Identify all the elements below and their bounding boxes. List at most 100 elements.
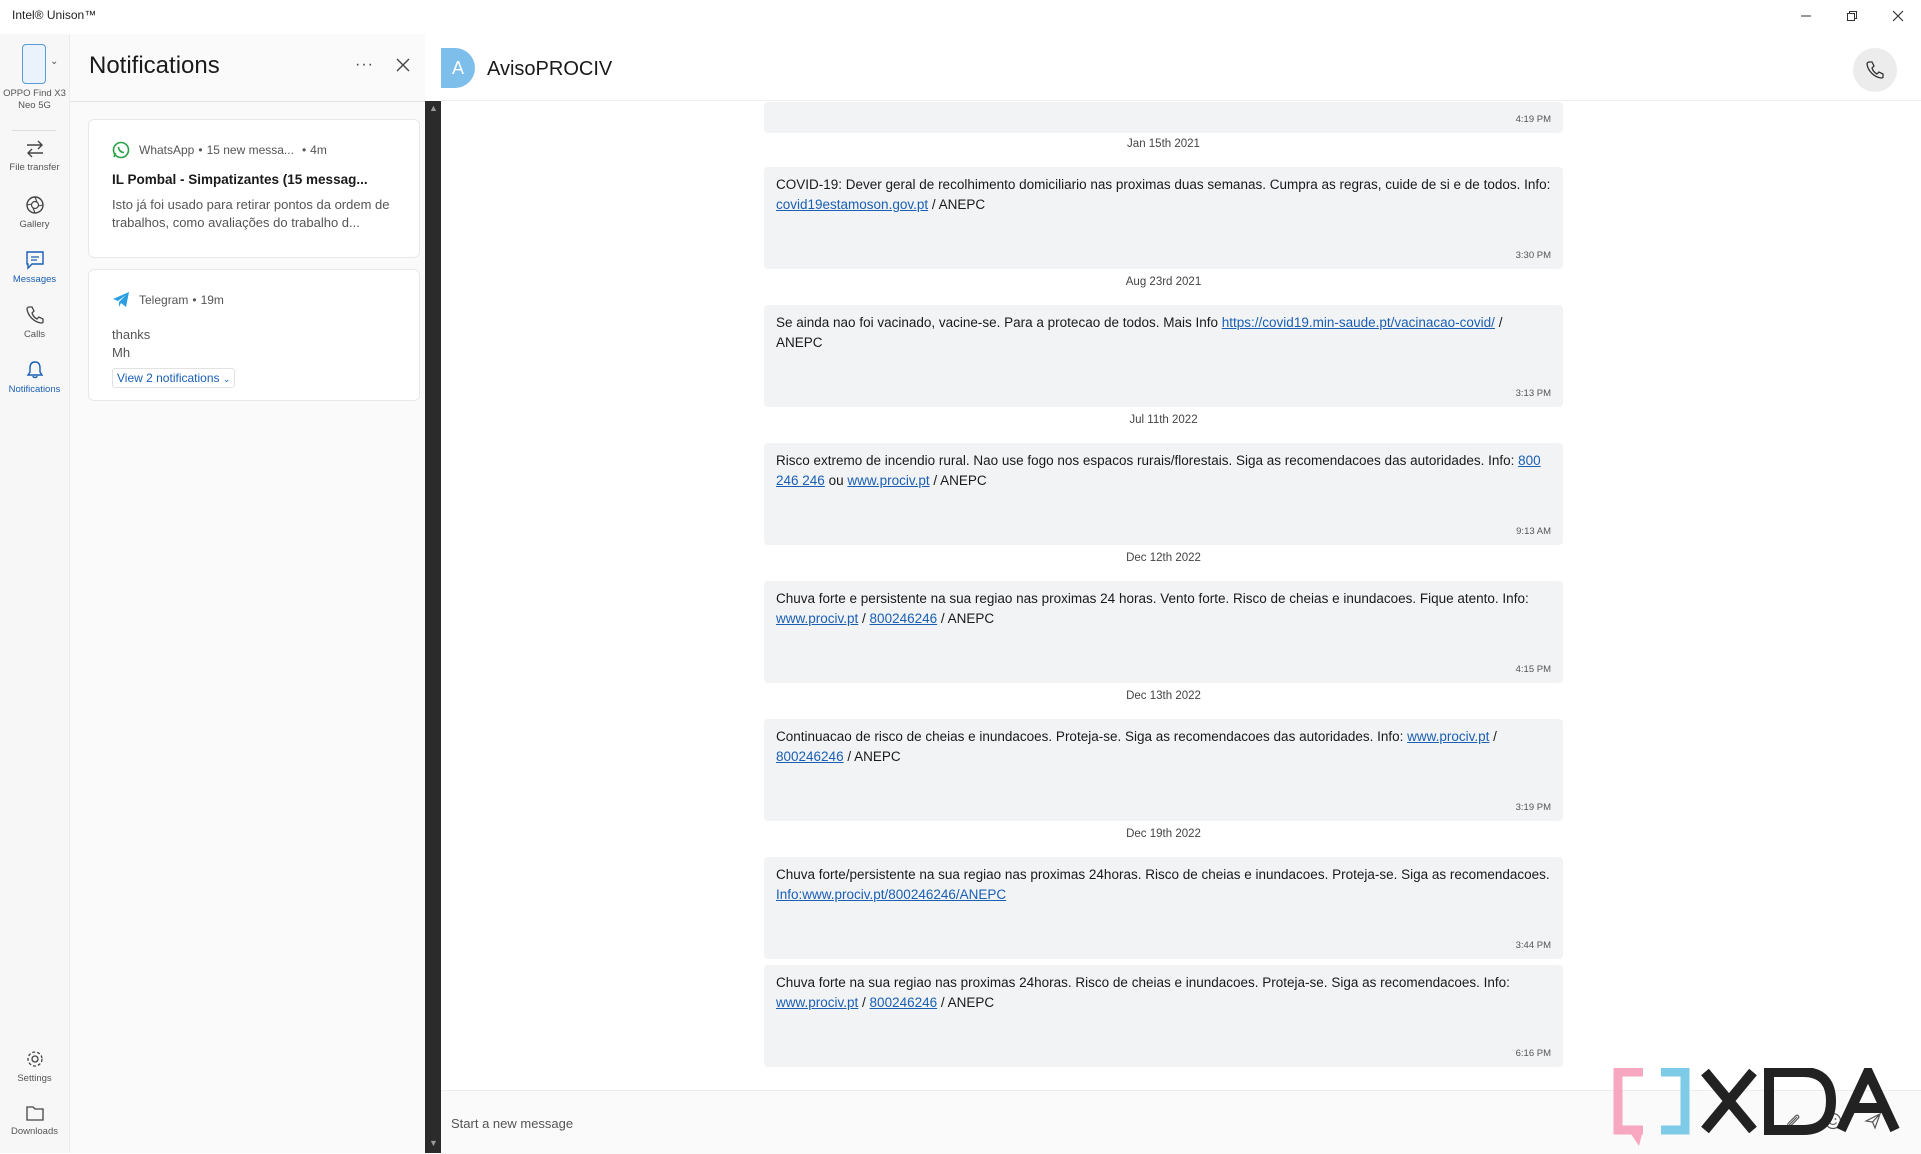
date-separator: Dec 12th 2022 bbox=[1126, 552, 1201, 564]
message-link[interactable]: 800246246 bbox=[870, 995, 938, 1010]
message-time: 3:13 PM bbox=[1515, 388, 1551, 399]
chevron-down-icon: ⌄ bbox=[222, 374, 231, 384]
app-title: Intel® Unison™ bbox=[12, 8, 97, 22]
close-icon bbox=[396, 58, 410, 72]
notification-body-line: thanks bbox=[112, 327, 151, 342]
file-transfer-icon bbox=[26, 140, 43, 158]
notification-body-line: Mh bbox=[112, 345, 131, 360]
scroll-up-arrow-icon[interactable]: ▲ bbox=[429, 103, 438, 113]
message-bubble: Chuva forte/persistente na sua regiao na… bbox=[764, 857, 1563, 959]
message-time: 4:19 PM bbox=[1515, 114, 1551, 125]
close-icon bbox=[1892, 10, 1904, 22]
notifications-panel: Notifications ··· WhatsApp • 15 new mess… bbox=[70, 34, 425, 1153]
message-link[interactable]: 800246246 bbox=[870, 611, 938, 626]
phone-call-icon bbox=[1866, 61, 1884, 79]
message-time: 3:30 PM bbox=[1515, 250, 1551, 261]
message-time: 6:16 PM bbox=[1515, 1048, 1551, 1059]
avatar: A bbox=[441, 48, 475, 88]
phone-icon bbox=[22, 44, 46, 84]
notification-app: Telegram bbox=[139, 293, 189, 307]
date-separator: Dec 19th 2022 bbox=[1126, 828, 1201, 840]
message-text: Se ainda nao foi vacinado, vacine-se. Pa… bbox=[776, 315, 1503, 350]
message-link[interactable]: 800246246 bbox=[776, 749, 844, 764]
folder-icon bbox=[25, 1106, 44, 1121]
gallery-icon bbox=[25, 196, 44, 214]
notification-body: thanks Mh bbox=[112, 326, 407, 362]
rail-item-file-transfer[interactable]: File transfer bbox=[0, 140, 69, 174]
message-text: Chuva forte e persistente na sua regiao … bbox=[776, 591, 1529, 626]
call-button[interactable] bbox=[1853, 48, 1897, 92]
message-time: 9:13 AM bbox=[1516, 526, 1551, 537]
message-link[interactable]: Info:www.prociv.pt/800246246/ANEPC bbox=[776, 887, 1006, 902]
notifications-title: Notifications bbox=[89, 52, 220, 79]
message-link[interactable]: www.prociv.pt bbox=[1407, 729, 1489, 744]
notification-time: 4m bbox=[310, 143, 327, 157]
bell-icon bbox=[26, 361, 43, 379]
message-input[interactable] bbox=[449, 1108, 1753, 1138]
notification-body: Isto já foi usado para retirar pontos da… bbox=[112, 197, 390, 230]
rail-item-messages[interactable]: Messages bbox=[0, 250, 69, 286]
rail-item-gallery[interactable]: Gallery bbox=[0, 195, 69, 231]
notification-card-whatsapp[interactable]: WhatsApp • 15 new messa... • 4m IL Pomba… bbox=[88, 119, 420, 258]
minimize-icon bbox=[1801, 15, 1811, 17]
message-bubble: COVID-19: Dever geral de recolhimento do… bbox=[764, 167, 1563, 269]
conversation-pane: A AvisoPROCIV 4:19 PM Jan 15th 2021 COVI… bbox=[441, 34, 1921, 1154]
contact-name: AvisoPROCIV bbox=[487, 58, 613, 80]
message-link[interactable]: www.prociv.pt bbox=[847, 473, 929, 488]
rail-item-label: Downloads bbox=[11, 1126, 58, 1137]
notification-card-telegram[interactable]: Telegram • 19m thanks Mh View 2 notifica… bbox=[88, 269, 420, 401]
view-more-label: View 2 notifications bbox=[117, 371, 220, 385]
more-options-button[interactable]: ··· bbox=[355, 56, 374, 74]
date-separator: Dec 13th 2022 bbox=[1126, 690, 1201, 702]
notification-time: 19m bbox=[200, 293, 224, 307]
date-separator: Jan 15th 2021 bbox=[1127, 138, 1200, 150]
date-separator: Aug 23rd 2021 bbox=[1125, 276, 1202, 288]
rail-item-label: Settings bbox=[17, 1073, 52, 1084]
rail-item-downloads[interactable]: Downloads bbox=[0, 1104, 69, 1138]
divider bbox=[70, 101, 425, 102]
scroll-down-arrow-icon[interactable]: ▼ bbox=[429, 1138, 438, 1148]
chevron-down-icon: ⌄ bbox=[50, 56, 59, 67]
message-time: 4:15 PM bbox=[1515, 664, 1551, 675]
message-text: Chuva forte/persistente na sua regiao na… bbox=[776, 867, 1550, 902]
left-rail: ⌄ OPPO Find X3 Neo 5G File transfer Gall… bbox=[0, 34, 70, 1153]
message-link[interactable]: https://covid19.min-saude.pt/vacinacao-c… bbox=[1222, 315, 1495, 330]
rail-item-settings[interactable]: Settings bbox=[0, 1049, 69, 1085]
minimize-button[interactable] bbox=[1783, 0, 1829, 32]
conversation-header: A AvisoPROCIV bbox=[441, 34, 1921, 101]
rail-item-notifications[interactable]: Notifications bbox=[0, 360, 69, 396]
message-text: Continuacao de risco de cheias e inundac… bbox=[776, 729, 1497, 764]
message-bubble: Se ainda nao foi vacinado, vacine-se. Pa… bbox=[764, 305, 1563, 407]
message-bubble: 4:19 PM bbox=[764, 102, 1563, 133]
message-text: COVID-19: Dever geral de recolhimento do… bbox=[776, 177, 1551, 212]
restore-button[interactable] bbox=[1829, 0, 1875, 32]
close-panel-button[interactable] bbox=[396, 56, 410, 77]
date-separator: Jul 11th 2022 bbox=[1129, 414, 1198, 426]
rail-item-label: Calls bbox=[23, 329, 46, 340]
telegram-icon bbox=[113, 292, 129, 307]
close-window-button[interactable] bbox=[1875, 0, 1921, 32]
title-bar: Intel® Unison™ bbox=[0, 0, 1921, 32]
restore-icon bbox=[1847, 11, 1857, 21]
calls-icon bbox=[25, 306, 44, 324]
notification-header: WhatsApp • 15 new messa... • 4m bbox=[112, 141, 327, 159]
notification-app: WhatsApp bbox=[139, 143, 195, 157]
message-text: Chuva forte na sua regiao nas proximas 2… bbox=[776, 975, 1510, 1010]
xda-watermark-logo bbox=[1613, 1068, 1900, 1146]
message-link[interactable]: covid19estamoson.gov.pt bbox=[776, 197, 928, 212]
message-bubble: Risco extremo de incendio rural. Nao use… bbox=[764, 443, 1563, 545]
message-time: 3:44 PM bbox=[1515, 940, 1551, 951]
view-more-notifications-button[interactable]: View 2 notifications ⌄ bbox=[112, 368, 236, 388]
message-link[interactable]: www.prociv.pt bbox=[776, 995, 858, 1010]
rail-divider bbox=[12, 130, 56, 131]
notification-title: IL Pombal - Simpatizantes (15 messag... bbox=[112, 172, 368, 187]
message-bubble: Chuva forte e persistente na sua regiao … bbox=[764, 581, 1563, 683]
notification-meta: 15 new messa... bbox=[206, 143, 294, 157]
message-time: 3:19 PM bbox=[1515, 802, 1551, 813]
rail-item-label: File transfer bbox=[9, 162, 60, 173]
message-link[interactable]: www.prociv.pt bbox=[776, 611, 858, 626]
rail-item-label: Messages bbox=[12, 274, 57, 285]
panel-scrollbar[interactable] bbox=[425, 101, 441, 1153]
rail-item-calls[interactable]: Calls bbox=[0, 305, 69, 341]
message-bubble: Continuacao de risco de cheias e inundac… bbox=[764, 719, 1563, 821]
